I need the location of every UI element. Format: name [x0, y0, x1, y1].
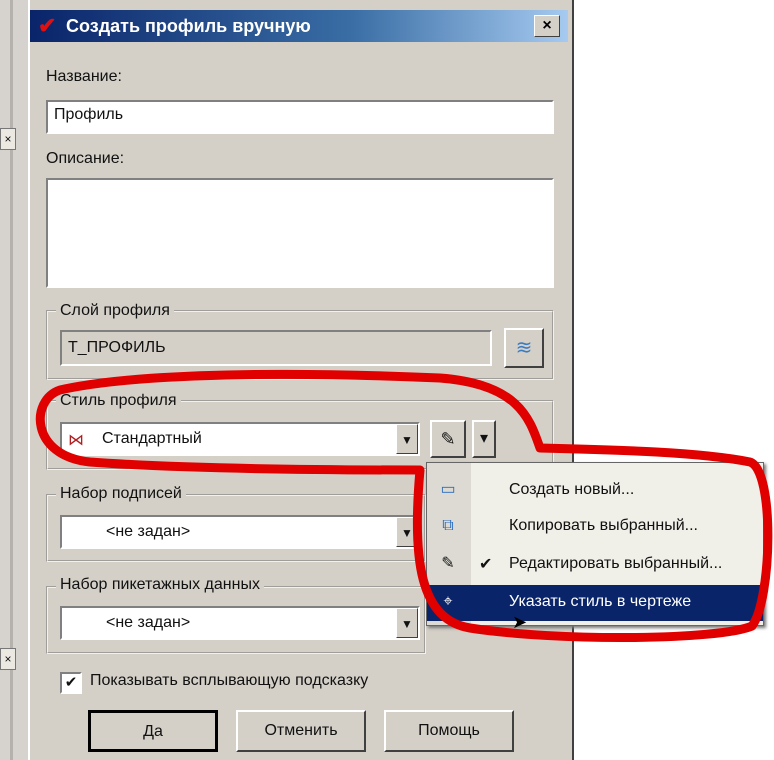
background-divider [10, 0, 13, 760]
menu-item-pick-style-in-drawing[interactable]: ⌖ Указать стиль в чертеже [427, 585, 763, 621]
profile-style-icon: ⋈ [68, 432, 84, 449]
style-context-menu: ▭ Создать новый... ⧉ Копировать выбранны… [426, 462, 764, 626]
name-label: Название: [46, 68, 122, 85]
pick-style-icon: ⌖ [443, 593, 453, 610]
edit-style-button[interactable]: ✎ [430, 420, 466, 458]
checkmark-icon: ✔ [479, 556, 493, 573]
layer-field: Т_ПРОФИЛЬ [60, 330, 492, 366]
chevron-down-icon[interactable]: ▼ [396, 424, 418, 454]
style-group-label: Стиль профиля [56, 392, 181, 410]
layers-icon: ≋ [515, 337, 533, 359]
style-menu-dropdown-button[interactable]: ▾ [472, 420, 496, 458]
menu-item-edit-selected[interactable]: ✎ ✔ Редактировать выбранный... [427, 547, 763, 583]
menu-item-label: Копировать выбранный... [509, 517, 698, 534]
description-label: Описание: [46, 150, 125, 167]
dialog-titlebar[interactable]: ✔ Создать профиль вручную × [30, 10, 568, 42]
cancel-button[interactable]: Отменить [236, 710, 366, 752]
station-set-select[interactable]: <не задан> ▼ [60, 606, 420, 640]
style-select-value: Стандартный [102, 430, 202, 447]
menu-item-label: Редактировать выбранный... [509, 555, 723, 572]
background-close-icon[interactable]: × [0, 128, 16, 150]
chevron-down-icon: ▾ [479, 430, 489, 447]
select-layer-button[interactable]: ≋ [504, 328, 544, 368]
background-close-icon[interactable]: × [0, 648, 16, 670]
station-set-select-value: <не задан> [106, 614, 191, 631]
chevron-down-icon[interactable]: ▼ [396, 608, 418, 638]
new-style-icon: ▭ [440, 481, 456, 498]
mouse-cursor-icon: ➤ [512, 612, 528, 632]
menu-item-label: Указать стиль в чертеже [509, 593, 692, 610]
app-check-icon: ✔ [38, 13, 57, 38]
dialog-title: Создать профиль вручную [66, 16, 311, 36]
menu-item-label: Создать новый... [509, 481, 635, 498]
layer-group-label: Слой профиля [56, 302, 174, 320]
chevron-down-icon[interactable]: ▼ [396, 517, 418, 547]
label-set-select-value: <не задан> [106, 523, 191, 540]
tooltip-checkbox[interactable]: ✔ [60, 672, 82, 694]
background-window-edge: × × [0, 0, 29, 760]
menu-item-create-new[interactable]: ▭ Создать новый... [427, 473, 763, 509]
copy-style-icon: ⧉ [442, 517, 454, 534]
menu-item-copy-selected[interactable]: ⧉ Копировать выбранный... [427, 509, 763, 545]
ok-button[interactable]: Да [88, 710, 218, 752]
close-button[interactable]: × [534, 15, 560, 37]
label-set-select[interactable]: <не задан> ▼ [60, 515, 420, 549]
station-set-group-label: Набор пикетажных данных [56, 576, 264, 594]
label-set-group-label: Набор подписей [56, 485, 186, 503]
edit-style-icon: ✎ [440, 429, 456, 449]
description-field[interactable] [46, 178, 554, 288]
style-select[interactable]: ⋈ Стандартный ▼ [60, 422, 420, 456]
name-field[interactable]: Профиль [46, 100, 554, 134]
help-button[interactable]: Помощь [384, 710, 514, 752]
tooltip-checkbox-label: Показывать всплывающую подсказку [90, 672, 369, 689]
edit-style-icon: ✎ [441, 555, 455, 572]
